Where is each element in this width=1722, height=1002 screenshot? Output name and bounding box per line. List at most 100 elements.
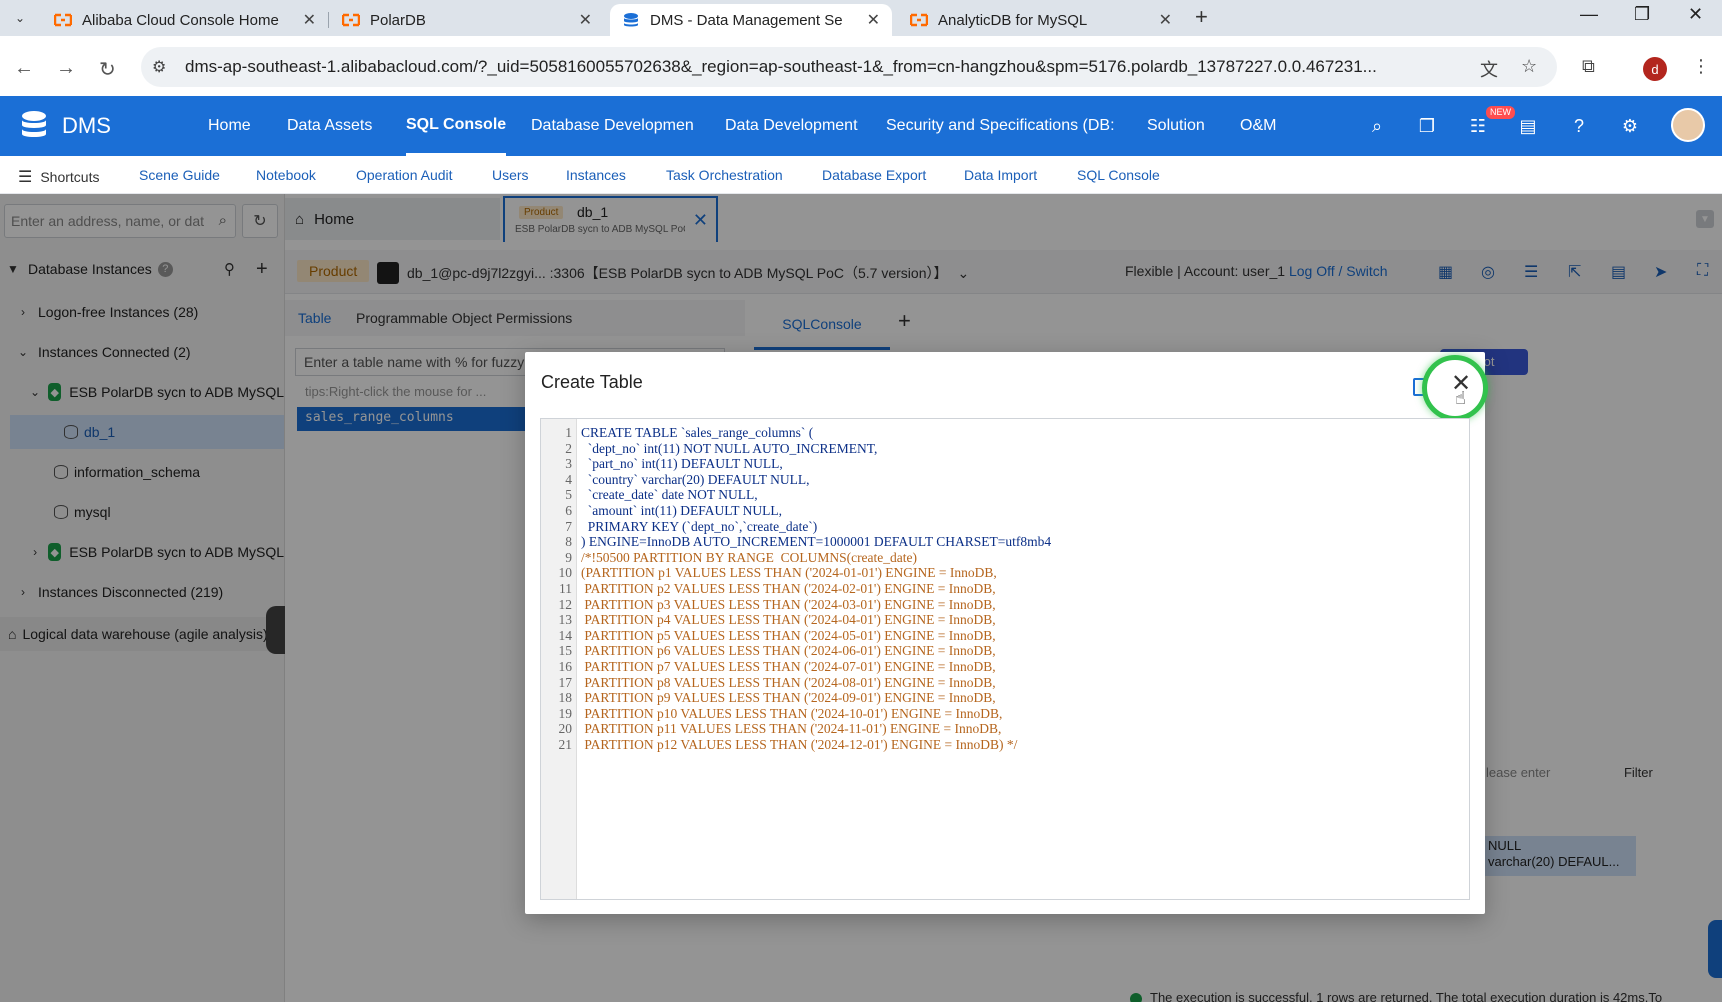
nav-data-assets[interactable]: Data Assets [287,96,372,156]
alibaba-cloud-icon [342,11,360,29]
code-line: 12 PARTITION p3 VALUES LESS THAN ('2024-… [541,597,1469,613]
line-number: 20 [558,721,573,737]
site-settings-icon[interactable]: ⚙ [152,57,166,77]
subnav-notebook[interactable]: Notebook [256,167,316,183]
nav-data-development[interactable]: Data Development [725,96,858,156]
line-number: 17 [558,674,573,690]
translate-icon[interactable]: 文 [1480,56,1498,82]
forward-icon[interactable]: → [56,57,76,80]
code-line: 5 `create_date` date NOT NULL, [541,487,1469,503]
shortcuts-menu[interactable]: ☰ Shortcuts [18,167,99,187]
subnav-task-orchestration[interactable]: Task Orchestration [666,167,783,183]
code-line: 3 `part_no` int(11) DEFAULT NULL, [541,456,1469,472]
menu-icon: ☰ [18,169,33,186]
browser-tab-alibaba-console[interactable]: Alibaba Cloud Console Home ✕ [42,4,328,36]
line-number: 14 [558,627,573,643]
close-tab-icon[interactable]: ✕ [303,10,316,30]
billing-icon[interactable]: ▤ [1516,114,1540,138]
line-number: 12 [558,596,573,612]
new-badge: NEW [1486,106,1515,119]
browser-tab-polardb[interactable]: PolarDB ✕ [330,4,604,36]
code-line: 19 PARTITION p10 VALUES LESS THAN ('2024… [541,706,1469,722]
subnav-sql-console[interactable]: SQL Console [1077,167,1160,183]
shortcuts-label: Shortcuts [40,169,100,185]
browser-tab-title: DMS - Data Management Se [650,11,843,29]
dms-logo[interactable]: DMS [16,110,111,142]
copy-docs-icon[interactable]: ❐ [1415,114,1439,138]
new-tab-button[interactable]: + [1195,4,1208,30]
nav-om[interactable]: O&M [1240,96,1276,156]
profile-avatar[interactable]: d [1643,57,1667,81]
code-text: PARTITION p5 VALUES LESS THAN ('2024-05-… [581,627,996,643]
line-number: 1 [565,425,572,440]
code-text: `dept_no` int(11) NOT NULL AUTO_INCREMEN… [581,440,878,456]
line-number: 5 [565,487,572,503]
code-line: 17 PARTITION p8 VALUES LESS THAN ('2024-… [541,675,1469,691]
nav-home[interactable]: Home [208,96,251,156]
nav-solution[interactable]: Solution [1147,96,1205,156]
code-text: PARTITION p4 VALUES LESS THAN ('2024-04-… [581,612,996,628]
line-number: 3 [565,456,572,472]
address-bar[interactable]: dms-ap-southeast-1.alibabacloud.com/?_ui… [141,47,1557,87]
user-avatar[interactable] [1671,108,1705,142]
browser-tab-dms[interactable]: DMS - Data Management Se ✕ [610,4,892,36]
calendar-icon[interactable]: ☷ [1466,114,1490,138]
tab-search-chevron-icon[interactable]: ⌄ [6,6,34,30]
code-text: PARTITION p12 VALUES LESS THAN ('2024-12… [581,736,1018,752]
code-text: `create_date` date NOT NULL, [581,487,758,503]
line-number: 16 [558,658,573,674]
nav-sql-console[interactable]: SQL Console [406,96,507,156]
code-text: PRIMARY KEY (`dept_no`,`create_date`) [581,518,818,534]
restore-icon[interactable]: ❐ [1634,4,1650,25]
close-tab-icon[interactable]: ✕ [1159,10,1172,30]
subnav-scene-guide[interactable]: Scene Guide [139,167,220,183]
subnav-users[interactable]: Users [492,167,529,183]
nav-database-development[interactable]: Database Developmen [531,96,694,156]
code-line: 6 `amount` int(11) DEFAULT NULL, [541,503,1469,519]
subnav-database-export[interactable]: Database Export [822,167,926,183]
line-number: 21 [558,736,573,752]
help-icon[interactable]: ? [1567,114,1591,138]
code-line: 9 /*!50500 PARTITION BY RANGE COLUMNS(cre… [541,550,1469,566]
extensions-icon[interactable]: ⧉ [1582,56,1595,77]
browser-menu-icon[interactable]: ⋮ [1692,56,1710,77]
code-line: 11 PARTITION p2 VALUES LESS THAN ('2024-… [541,581,1469,597]
code-text: PARTITION p9 VALUES LESS THAN ('2024-09-… [581,690,996,706]
mouse-cursor-icon: ☝ [1455,388,1466,408]
minimize-icon[interactable]: — [1580,4,1598,25]
browser-tab-analyticdb[interactable]: AnalyticDB for MySQL ✕ [898,4,1184,36]
reload-icon[interactable]: ↻ [99,57,116,82]
code-text: PARTITION p6 VALUES LESS THAN ('2024-06-… [581,643,996,659]
line-number: 9 [565,549,572,565]
code-line: 16 PARTITION p7 VALUES LESS THAN ('2024-… [541,659,1469,675]
code-text: `part_no` int(11) DEFAULT NULL, [581,456,783,472]
code-line: 14 PARTITION p5 VALUES LESS THAN ('2024-… [541,628,1469,644]
close-tab-icon[interactable]: ✕ [579,10,592,30]
subnav-instances[interactable]: Instances [566,167,626,183]
code-text: `amount` int(11) DEFAULT NULL, [581,502,782,518]
back-icon[interactable]: ← [14,57,34,80]
code-line: 2 `dept_no` int(11) NOT NULL AUTO_INCREM… [541,441,1469,457]
code-text: PARTITION p8 VALUES LESS THAN ('2024-08-… [581,674,996,690]
code-text: PARTITION p2 VALUES LESS THAN ('2024-02-… [581,580,996,596]
code-lines: 1 CREATE TABLE `sales_range_columns` (2 `… [541,425,1469,752]
subnav-operation-audit[interactable]: Operation Audit [356,167,453,183]
settings-gear-icon[interactable]: ⚙ [1618,114,1642,138]
dialog-title: Create Table [541,372,643,392]
subnav-data-import[interactable]: Data Import [964,167,1037,183]
search-icon[interactable]: ⌕ [1365,114,1389,138]
code-text: ) ENGINE=InnoDB AUTO_INCREMENT=1000001 D… [581,534,1052,550]
dms-icon [622,11,640,29]
code-line: 15 PARTITION p6 VALUES LESS THAN ('2024-… [541,643,1469,659]
alibaba-cloud-icon [910,11,928,29]
close-tab-icon[interactable]: ✕ [867,10,880,30]
code-line: 8 ) ENGINE=InnoDB AUTO_INCREMENT=1000001 … [541,534,1469,550]
nav-security-specifications[interactable]: Security and Specifications (DB: [886,96,1120,156]
line-number: 19 [558,705,573,721]
browser-tab-title: PolarDB [370,11,426,29]
create-table-dialog: Create Table ✕ ☝ 1 CREATE TABLE `sales_ra… [525,352,1488,914]
ddl-code-editor[interactable]: 1 CREATE TABLE `sales_range_columns` (2 `… [540,418,1470,900]
bookmark-star-icon[interactable]: ☆ [1521,56,1537,77]
close-window-icon[interactable]: ✕ [1688,4,1703,25]
line-number: 8 [565,534,572,550]
